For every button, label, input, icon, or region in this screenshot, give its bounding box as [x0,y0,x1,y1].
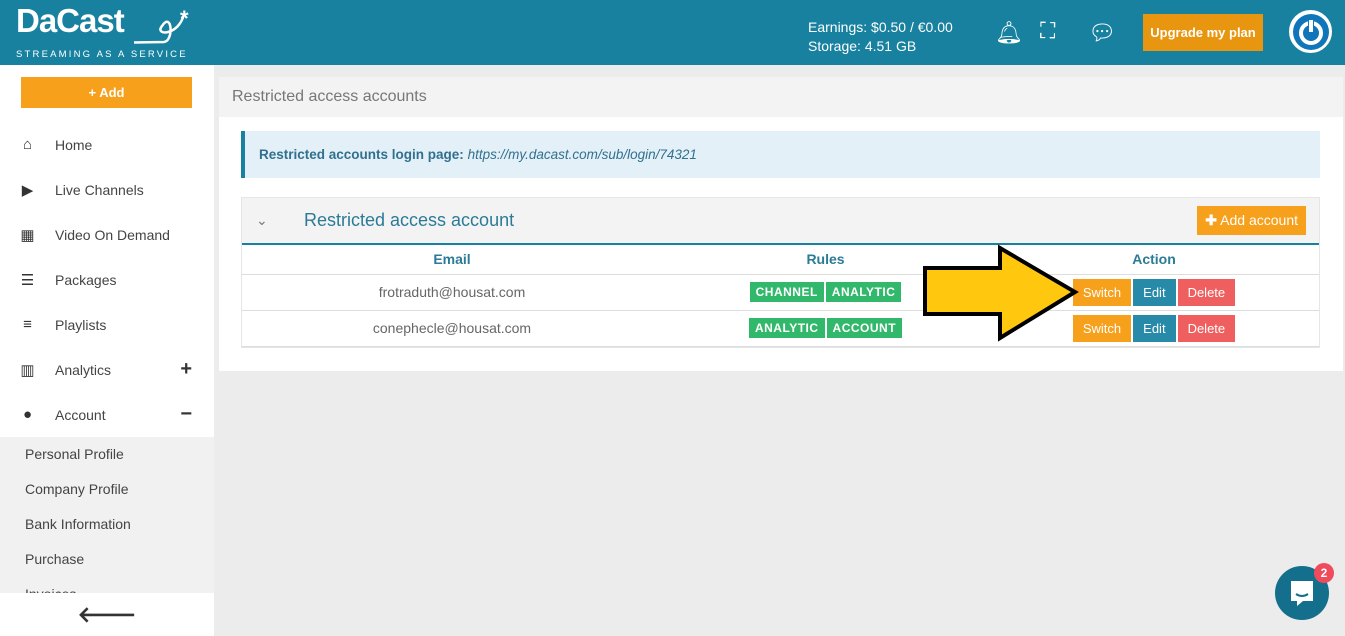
home-icon: ⌂ [22,136,33,153]
collapse-sidebar-arrow-icon[interactable]: 🡐 [0,593,214,636]
col-action: Action [989,245,1319,275]
rule-badge: ANALYTIC [748,318,825,338]
user-icon: ● [22,406,33,423]
account-submenu: Personal Profile Company Profile Bank In… [0,437,214,593]
earnings: Earnings: $0.50 / €0.00 [808,19,953,35]
col-rules: Rules [662,245,989,275]
submenu-purchase[interactable]: Purchase [0,542,214,577]
rule-badge: ANALYTIC [825,282,902,302]
fullscreen-icon[interactable]: ⛶ [1040,18,1055,44]
sidebar-item-vod[interactable]: ▦ Video On Demand [0,212,214,257]
accounts-table: Email Rules Action frotraduth@housat.com C… [242,245,1319,347]
storage: Storage: 4.51 GB [808,38,917,54]
sidebar-item-analytics[interactable]: ▥ Analytics + [0,347,214,392]
top-bar: DaCast * STREAMING AS A SERVICE Earnings… [0,0,1345,65]
support-chat-button[interactable]: 2 [1275,563,1334,620]
chat-icon[interactable]: 💬︎ [1088,20,1116,46]
rule-badge: ACCOUNT [826,318,903,338]
main-card: Restricted access accounts Restricted ac… [219,77,1343,371]
upgrade-plan-button[interactable]: Upgrade my plan [1143,14,1263,51]
login-page-info: Restricted accounts login page: https://… [241,131,1320,178]
svg-text:*: * [180,6,189,31]
film-icon: ▦ [20,226,35,244]
switch-button[interactable]: Switch [1072,278,1132,306]
delete-button[interactable]: Delete [1177,314,1236,342]
expand-icon[interactable]: + [180,358,192,381]
table-row: frotraduth@housat.com CHANNEL ANALYTIC Sw… [242,274,1319,311]
login-url[interactable]: https://my.dacast.com/sub/login/74321 [468,147,697,162]
play-icon: ▶ [21,181,34,199]
playlist-icon: ≡ [23,316,32,333]
power-icon [1292,13,1329,50]
dacast-logo[interactable]: DaCast * STREAMING AS A SERVICE [16,2,189,60]
rule-badge: CHANNEL [749,282,824,302]
sidebar-item-live-channels[interactable]: ▶ Live Channels [0,167,214,212]
page-title: Restricted access accounts [219,77,1343,117]
chevron-down-icon[interactable]: ⌄ [256,212,268,229]
switch-button[interactable]: Switch [1072,314,1132,342]
submenu-invoices[interactable]: Invoices [0,577,214,593]
sidebar-item-playlists[interactable]: ≡ Playlists [0,302,214,347]
col-email: Email [242,245,662,275]
restricted-accounts-panel: ⌄ Restricted access account ✚ Add accoun… [241,197,1320,348]
add-account-button[interactable]: ✚ Add account [1197,206,1306,235]
submenu-company-profile[interactable]: Company Profile [0,472,214,507]
edit-button[interactable]: Edit [1133,314,1176,342]
packages-icon: ☰ [20,271,35,289]
delete-button[interactable]: Delete [1177,278,1236,306]
sidebar-item-home[interactable]: ⌂ Home [0,122,214,167]
submenu-bank-information[interactable]: Bank Information [0,507,214,542]
sidebar-item-packages[interactable]: ☰ Packages [0,257,214,302]
account-stats: Earnings: $0.50 / €0.00 Storage: 4.51 GB [808,18,953,56]
submenu-personal-profile[interactable]: Personal Profile [0,437,214,472]
edit-button[interactable]: Edit [1133,278,1176,306]
collapse-icon[interactable]: − [180,403,192,426]
panel-title: Restricted access account [304,210,515,230]
table-row: conephecle@housat.com ANALYTIC ACCOUNT Sw… [242,310,1319,347]
chat-bubble-icon [1291,581,1313,606]
sidebar: + Add ⌂ Home ▶ Live Channels ▦ Video On Dem… [0,65,214,636]
avatar[interactable] [1289,10,1332,53]
add-button[interactable]: + Add [21,77,192,108]
unread-count-badge: 2 [1314,563,1334,583]
sidebar-item-account[interactable]: ● Account − [0,392,214,437]
chart-icon: ▥ [20,361,35,379]
bell-icon[interactable]: 🔔︎ [995,20,1023,46]
logo-swoosh-icon: * [134,6,189,44]
